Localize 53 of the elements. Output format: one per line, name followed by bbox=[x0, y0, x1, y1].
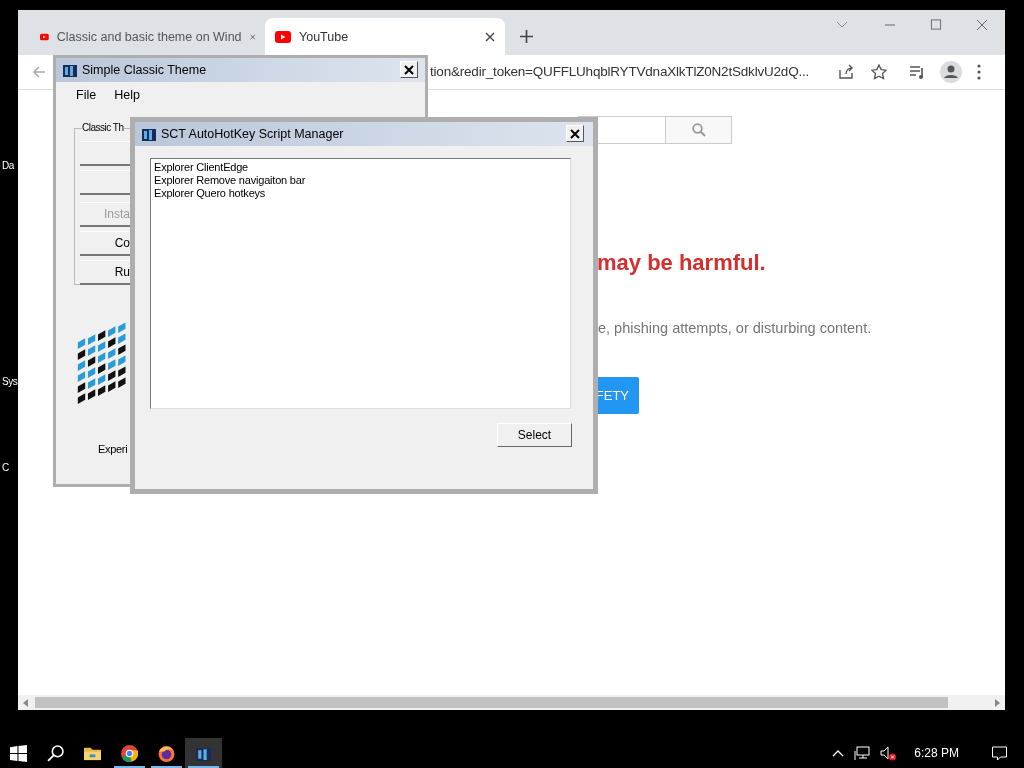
button[interactable]: Ru bbox=[80, 260, 130, 285]
horizontal-scrollbar[interactable] bbox=[18, 695, 1005, 710]
windows-logo-icon bbox=[10, 744, 27, 762]
button[interactable] bbox=[80, 141, 130, 166]
desktop-icon-label[interactable]: Da bbox=[2, 160, 14, 171]
menu-item[interactable]: File bbox=[76, 88, 97, 102]
browser-tab[interactable]: Classic and basic theme on Wind bbox=[30, 18, 265, 55]
scroll-right-icon[interactable] bbox=[994, 698, 1000, 707]
footer-text: Experi bbox=[98, 443, 128, 455]
address-bar[interactable]: tion&redir_token=QUFFLUhqblRYTVdnaXlkTlZ0N2tSdklvU2dQ... bbox=[430, 64, 810, 79]
chevron-down-icon[interactable] bbox=[836, 21, 848, 29]
star-icon[interactable] bbox=[871, 64, 887, 80]
list-item[interactable]: Explorer Quero hotkeys bbox=[154, 187, 567, 200]
warning-heading: may be harmful. bbox=[597, 250, 766, 276]
list-item[interactable]: Explorer ClientEdge bbox=[154, 161, 567, 174]
window-title: Simple Classic Theme bbox=[82, 63, 207, 77]
browser-logo-icon bbox=[121, 744, 138, 762]
app-icon bbox=[62, 62, 78, 78]
taskbar-button[interactable] bbox=[185, 738, 222, 768]
play-logo-icon bbox=[275, 30, 291, 43]
close-icon bbox=[404, 64, 414, 75]
close-button[interactable] bbox=[400, 61, 418, 78]
group-label: Classic Th bbox=[82, 122, 124, 133]
window-title: SCT AutoHotKey Script Manager bbox=[161, 127, 344, 141]
script-list[interactable]: Explorer ClientEdge Explorer Remove navigaiton bar Explorer Quero hotkeys bbox=[150, 158, 571, 409]
search-icon bbox=[47, 744, 64, 762]
menu-item[interactable]: Help bbox=[114, 88, 140, 102]
media-queue-icon[interactable] bbox=[909, 64, 925, 80]
list-item[interactable]: Explorer Remove navigaiton bar bbox=[154, 174, 567, 187]
network-icon[interactable] bbox=[854, 745, 871, 761]
clock[interactable]: 6:28 PM bbox=[914, 746, 959, 760]
button[interactable] bbox=[80, 170, 130, 195]
scroll-left-icon[interactable] bbox=[23, 698, 29, 707]
desktop-icon-label[interactable]: Sys bbox=[2, 376, 18, 387]
close-icon bbox=[570, 128, 580, 139]
button[interactable]: Co bbox=[80, 231, 130, 256]
browser-tab[interactable]: YouTube bbox=[265, 18, 505, 55]
menu-icon[interactable] bbox=[976, 64, 982, 80]
app-icon bbox=[141, 126, 157, 142]
speaker-icon[interactable] bbox=[880, 745, 897, 761]
share-icon[interactable] bbox=[838, 64, 854, 80]
select-button[interactable]: Select bbox=[497, 423, 572, 447]
close-icon[interactable] bbox=[485, 31, 495, 42]
profile-avatar-icon[interactable] bbox=[940, 61, 962, 83]
search-icon bbox=[691, 123, 706, 137]
fox-logo-icon bbox=[158, 744, 175, 762]
desktop-icon-label[interactable]: C bbox=[2, 462, 9, 473]
new-tab-icon[interactable] bbox=[520, 30, 533, 43]
close-button[interactable] bbox=[566, 125, 584, 142]
warning-text: e, phishing attempts, or disturbing content. bbox=[598, 320, 872, 336]
close-icon[interactable] bbox=[976, 19, 988, 31]
notification-icon[interactable] bbox=[991, 745, 1008, 761]
maximize-icon[interactable] bbox=[930, 19, 942, 30]
